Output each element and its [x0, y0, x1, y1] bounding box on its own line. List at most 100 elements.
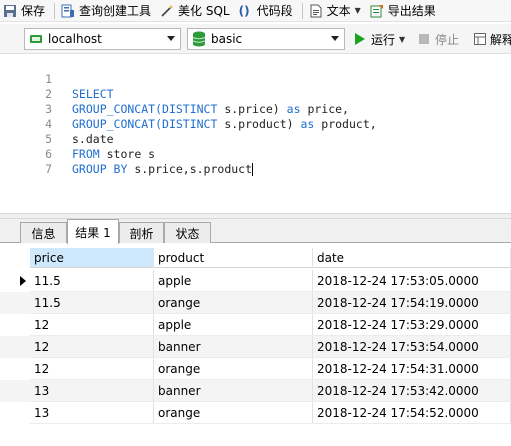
beautify-sql-label: 美化 SQL [178, 4, 230, 18]
price-cell[interactable]: 11.5 [30, 270, 154, 292]
code-line: 6 GROUP BY s.price,s.product [0, 132, 254, 176]
sql-editor[interactable]: 1 SELECT 2 GROUP_CONCAT(DISTINCT s.price… [0, 55, 511, 213]
column-header-label: price [34, 250, 64, 265]
column-header-product[interactable]: product [154, 248, 313, 268]
product-cell[interactable]: orange [154, 402, 313, 424]
connection-bar: localhost basic 运行 ▼ 停止 解释 [0, 24, 511, 54]
main-toolbar: 保存 查询创建工具 美化 SQL () 代码段 文本 ▼ 导出结果 [0, 0, 511, 22]
chevron-down-icon [167, 36, 175, 41]
beautify-sql-button[interactable]: 美化 SQL [157, 0, 236, 22]
tab-info[interactable]: 信息 [20, 222, 67, 243]
identifier-token: s.date [72, 132, 114, 146]
query-builder-icon [61, 4, 75, 18]
table-row[interactable]: 11.5 orange 2018-12-24 17:54:19.0000 [0, 292, 511, 314]
toolbar-divider [301, 2, 303, 19]
line-number: 7 [45, 162, 52, 176]
product-cell[interactable]: orange [154, 358, 313, 380]
connection-icon [29, 32, 43, 46]
chevron-down-icon: ▼ [354, 6, 361, 15]
table-row[interactable]: 13 orange 2018-12-24 17:54:52.0000 [0, 402, 511, 424]
chevron-down-icon [331, 36, 339, 41]
date-cell[interactable]: 2018-12-24 17:53:42.0000 [313, 380, 511, 402]
code-line: 1 SELECT [0, 57, 113, 101]
identifier-token: price, [300, 102, 349, 116]
date-cell[interactable]: 2018-12-24 17:54:19.0000 [313, 292, 511, 314]
text-menu-button[interactable]: 文本 ▼ [306, 0, 367, 22]
database-select[interactable]: basic [187, 28, 345, 50]
date-cell[interactable]: 2018-12-24 17:53:29.0000 [313, 314, 511, 336]
table-row[interactable]: 12 banner 2018-12-24 17:53:54.0000 [0, 336, 511, 358]
product-cell[interactable]: apple [154, 314, 313, 336]
keyword-token: as [300, 117, 315, 131]
code-line: 7 [0, 147, 52, 176]
row-divider [30, 423, 511, 424]
function-token: GROUP_CONCAT( [72, 102, 163, 116]
date-cell[interactable]: 2018-12-24 17:54:31.0000 [313, 358, 511, 380]
text-menu-label: 文本 [326, 4, 351, 18]
price-cell[interactable]: 12 [30, 314, 154, 336]
database-icon [192, 31, 206, 47]
export-icon [370, 4, 384, 18]
line-number: 5 [45, 132, 52, 146]
keyword-token: SELECT [72, 87, 114, 101]
date-cell[interactable]: 2018-12-24 17:53:05.0000 [313, 270, 511, 292]
export-results-button[interactable]: 导出结果 [367, 0, 442, 22]
stop-label: 停止 [435, 32, 460, 47]
column-header-price[interactable]: price [30, 248, 154, 268]
price-cell[interactable]: 13 [30, 402, 154, 424]
run-button[interactable]: 运行 ▼ [355, 28, 405, 50]
identifier-token: s.product) [217, 117, 301, 131]
explain-label: 解释 [490, 32, 511, 47]
price-cell[interactable]: 13 [30, 380, 154, 402]
run-label: 运行 [371, 32, 396, 47]
query-builder-button[interactable]: 查询创建工具 [58, 0, 157, 22]
table-row[interactable]: 12 apple 2018-12-24 17:53:29.0000 [0, 314, 511, 336]
code-line: 3 GROUP_CONCAT(DISTINCT s.product) as pr… [0, 87, 377, 131]
code-line: 5 FROM store s [0, 117, 155, 161]
column-header-label: product [158, 250, 205, 265]
price-cell[interactable]: 12 [30, 336, 154, 358]
product-cell[interactable]: banner [154, 336, 313, 358]
column-header-date[interactable]: date [313, 248, 511, 268]
server-select-value: localhost [48, 32, 102, 46]
server-select[interactable]: localhost [24, 28, 181, 50]
tab-label: 结果 1 [75, 225, 111, 240]
save-button[interactable]: 保存 [0, 0, 51, 22]
stop-button[interactable]: 停止 [419, 28, 459, 50]
keyword-token: as [286, 102, 301, 116]
column-header-label: date [317, 250, 345, 265]
tab-label: 状态 [175, 226, 200, 241]
magic-wand-icon [160, 4, 174, 18]
keyword-token: GROUP BY [72, 162, 128, 176]
product-cell[interactable]: banner [154, 380, 313, 402]
explain-button[interactable]: 解释 [474, 28, 511, 50]
product-cell[interactable]: apple [154, 270, 313, 292]
toolbar-divider [54, 2, 56, 19]
date-cell[interactable]: 2018-12-24 17:54:52.0000 [313, 402, 511, 424]
price-cell[interactable]: 12 [30, 358, 154, 380]
keyword-token: DISTINCT [162, 117, 218, 131]
price-cell[interactable]: 11.5 [30, 292, 154, 314]
text-cursor [252, 163, 254, 176]
code-snippet-button[interactable]: () 代码段 [236, 0, 299, 22]
code-snippet-icon: () [238, 3, 250, 18]
export-results-label: 导出结果 [387, 4, 436, 18]
product-cell[interactable]: orange [154, 292, 313, 314]
save-icon [3, 4, 17, 18]
result-tabs: 信息 结果 1 剖析 状态 [0, 219, 511, 244]
table-row[interactable]: 12 orange 2018-12-24 17:54:31.0000 [0, 358, 511, 380]
identifier-token: store s [99, 147, 156, 161]
date-cell[interactable]: 2018-12-24 17:53:54.0000 [313, 336, 511, 358]
tab-status[interactable]: 状态 [164, 222, 211, 243]
chevron-down-icon: ▼ [399, 34, 406, 44]
stop-icon [419, 34, 429, 44]
database-select-value: basic [211, 32, 243, 46]
table-row[interactable]: 11.5 apple 2018-12-24 17:53:05.0000 [0, 270, 511, 292]
table-row[interactable]: 13 banner 2018-12-24 17:53:42.0000 [0, 380, 511, 402]
identifier-token: product, [314, 117, 377, 131]
tab-profile[interactable]: 剖析 [119, 222, 164, 243]
code-line: 4 s.date [0, 102, 113, 146]
identifier-token: s.price) [217, 102, 287, 116]
tab-result-1[interactable]: 结果 1 [67, 219, 119, 244]
play-icon [355, 33, 365, 45]
